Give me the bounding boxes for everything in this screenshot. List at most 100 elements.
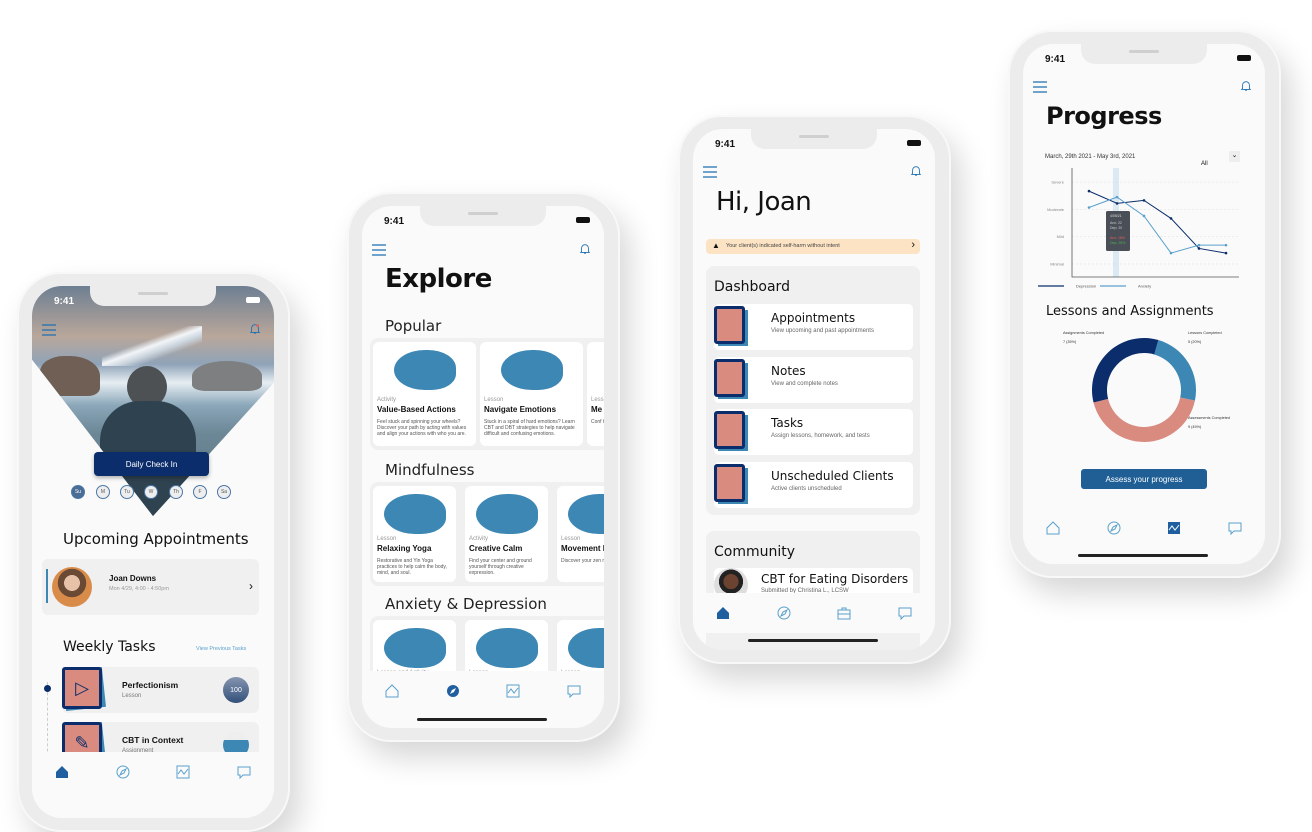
- item-title: Appointments: [771, 311, 856, 325]
- axes: [1071, 168, 1239, 278]
- status-time: 9:41: [384, 216, 405, 227]
- bottom-nav: [693, 593, 935, 633]
- progress-icon[interactable]: [1167, 521, 1181, 535]
- appointment-time: Mon 4/29, 4:00 - 4:50pm: [109, 586, 169, 592]
- menu-icon[interactable]: [703, 166, 717, 178]
- day-button[interactable]: W: [144, 485, 158, 499]
- task-card[interactable]: ▷ Perfectionism Lesson 100: [62, 667, 259, 713]
- progress-icon[interactable]: [506, 684, 520, 698]
- data-point: [1142, 199, 1146, 202]
- status-icons: [907, 140, 921, 146]
- menu-icon[interactable]: [42, 324, 56, 336]
- card-title: Relaxing Yoga: [377, 544, 432, 553]
- card-illustration: [567, 494, 604, 534]
- daily-check-in-button[interactable]: Daily Check In: [94, 452, 209, 476]
- card-illustration: [475, 494, 538, 534]
- day-button[interactable]: Sa: [217, 485, 231, 499]
- chat-icon[interactable]: [898, 606, 912, 620]
- menu-icon[interactable]: [372, 244, 386, 256]
- explore-card[interactable]: Activity Value-Based Actions Feel stuck an…: [373, 342, 476, 446]
- item-subtitle: Active clients unscheduled: [771, 485, 842, 492]
- view-previous-tasks-link[interactable]: View Previous Tasks: [196, 646, 246, 652]
- card-description: Restorative and Yin Yoga practices to he…: [377, 558, 447, 576]
- card-description: Conf track trick need: [591, 419, 604, 425]
- bell-icon[interactable]: [1239, 80, 1253, 92]
- menu-icon[interactable]: [1033, 81, 1047, 93]
- day-button[interactable]: Th: [169, 485, 183, 499]
- phone-progress: 9:41 Progress March, 29th 2021 - May 3rd…: [1008, 30, 1281, 578]
- card-type: Activity: [469, 536, 489, 542]
- phone-dashboard: 9:41 Hi, Joan ▲ Your client(s) indicated…: [678, 115, 951, 664]
- chat-icon[interactable]: [237, 765, 251, 779]
- data-point: [1224, 243, 1228, 247]
- data-point: [1197, 247, 1201, 250]
- day-button[interactable]: F: [193, 485, 207, 499]
- appointment-card[interactable]: Joan Downs Mon 4/29, 4:00 - 4:50pm ›: [42, 559, 259, 615]
- legend-label: Depression: [1076, 284, 1096, 289]
- avatar: [52, 567, 92, 607]
- briefcase-icon[interactable]: [837, 606, 851, 620]
- card-title: Navigate Emotions: [484, 405, 557, 414]
- explore-card[interactable]: Lesson Relaxing Yoga Restorative and Yin Y…: [373, 486, 456, 582]
- explore-card[interactable]: Lesson Movement Meditation Discover your z…: [557, 486, 604, 582]
- community-title: Community: [714, 544, 796, 560]
- section-carousel: Activity Value-Based Actions Feel stuck an…: [370, 338, 604, 450]
- home-indicator: [417, 718, 547, 721]
- bottom-nav: [32, 752, 274, 792]
- explore-card[interactable]: Lesson Navigate Emotions Stuck in a spiral…: [480, 342, 583, 446]
- data-point: [1169, 251, 1173, 255]
- lessons-title: Lessons and Assignments: [1046, 304, 1214, 319]
- day-button[interactable]: Tu: [120, 485, 134, 499]
- explore-card[interactable]: Activity Creative Calm Find your center an…: [465, 486, 548, 582]
- explore-card[interactable]: Less Me Conf track trick need: [587, 342, 604, 446]
- day-button[interactable]: Su: [71, 485, 85, 499]
- dashboard-item-appointments[interactable]: Appointments View upcoming and past appoi…: [714, 304, 913, 350]
- card-description: Discover your zen movement.: [561, 558, 604, 564]
- calendar-asterisk-icon: [714, 463, 745, 502]
- status-icons: [576, 217, 590, 223]
- task-type: Lesson: [122, 693, 142, 699]
- status-time: 9:41: [54, 296, 75, 307]
- item-title: Tasks: [771, 416, 804, 430]
- section-title: Mindfulness: [385, 461, 475, 479]
- dashboard-item-unscheduled-clients[interactable]: Unscheduled Clients Active clients unsche…: [714, 461, 913, 508]
- card-illustration: [475, 628, 538, 668]
- appointments-title: Upcoming Appointments: [63, 530, 249, 548]
- home-icon[interactable]: [1046, 521, 1060, 535]
- assess-progress-button[interactable]: Assess your progress: [1081, 469, 1207, 489]
- home-icon[interactable]: [55, 765, 69, 779]
- slice-value: 5 (20%): [1188, 340, 1202, 344]
- chat-icon[interactable]: [1228, 521, 1242, 535]
- bell-icon[interactable]: [909, 165, 923, 177]
- section-title: Anxiety & Depression: [385, 595, 547, 613]
- greeting: Hi, Joan: [716, 187, 812, 217]
- slice-label: Assessments Completed: [1188, 416, 1230, 420]
- compass-icon[interactable]: [446, 684, 460, 698]
- data-point: [1224, 251, 1228, 255]
- progress-screen: 9:41 Progress March, 29th 2021 - May 3rd…: [1023, 44, 1265, 564]
- task-title: CBT in Context: [122, 735, 184, 745]
- tooltip-text: Anx: 18%: [1110, 236, 1125, 240]
- home-icon[interactable]: [385, 684, 399, 698]
- bell-icon[interactable]: [578, 243, 592, 255]
- compass-icon[interactable]: [1107, 521, 1121, 535]
- donut-slice: [1092, 338, 1159, 403]
- data-point: [1197, 243, 1201, 247]
- compass-icon[interactable]: [116, 765, 130, 779]
- phone-home: 9:41 Daily Check In Su M Tu W Th F Sa Upcoming…: [17, 272, 290, 832]
- dashboard-item-notes[interactable]: Notes View and complete notes: [714, 356, 913, 403]
- alert-banner[interactable]: ▲ Your client(s) indicated self-harm wit…: [706, 239, 920, 254]
- slice-value: 7 (35%): [1063, 340, 1077, 344]
- dashboard-item-tasks[interactable]: Tasks Assign lessons, homework, and tests: [714, 409, 913, 455]
- page-title: Explore: [385, 264, 492, 294]
- chat-icon[interactable]: [567, 684, 581, 698]
- day-button[interactable]: M: [96, 485, 110, 499]
- home-icon[interactable]: [716, 606, 730, 620]
- bell-icon[interactable]: [248, 323, 262, 335]
- data-point: [1087, 206, 1091, 209]
- progress-icon[interactable]: [176, 765, 190, 779]
- compass-icon[interactable]: [777, 606, 791, 620]
- card-type: Lesson: [377, 536, 397, 542]
- checklist-icon: [714, 411, 745, 449]
- status-time: 9:41: [1045, 54, 1066, 65]
